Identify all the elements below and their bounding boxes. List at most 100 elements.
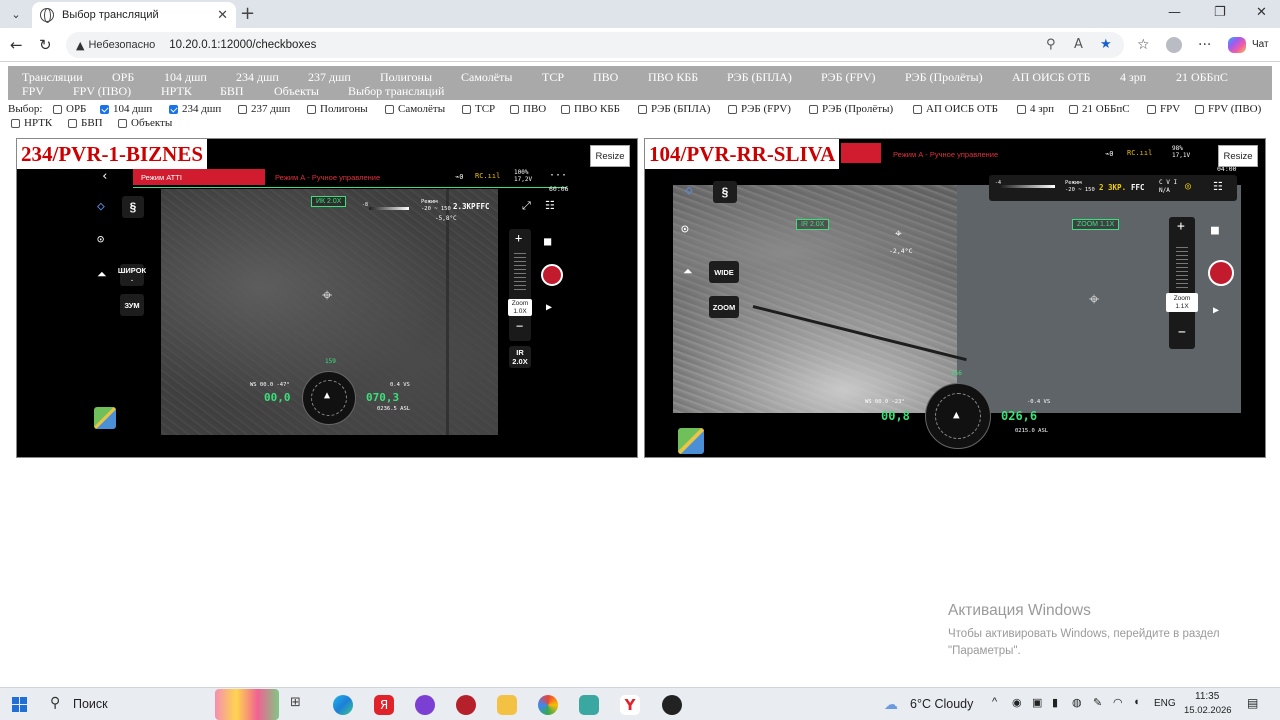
chrome-icon[interactable] (538, 695, 558, 715)
ffc-label[interactable]: FFC (476, 202, 490, 211)
checkbox[interactable] (11, 118, 20, 128)
camera-icon[interactable]: ■ (544, 234, 551, 248)
back-chevron-icon[interactable]: ‹ (101, 169, 109, 184)
zoom-slider[interactable]: + − (1169, 217, 1195, 349)
checkbox[interactable] (118, 118, 127, 128)
app-icon[interactable] (456, 695, 476, 715)
ir-zoom-button[interactable]: IR 2.0X (509, 346, 531, 368)
notifications-icon[interactable]: ▤ (1247, 696, 1258, 710)
windows-start-icon[interactable] (12, 697, 27, 712)
checkbox-item[interactable]: АП ОИСБ ОТБ (913, 103, 998, 115)
clock-time[interactable]: 11:35 (1195, 691, 1219, 702)
back-button[interactable]: ← (10, 36, 23, 54)
checkbox-item[interactable]: FPV (ПВО) (1195, 103, 1261, 115)
playback-icon[interactable]: ▶ (546, 302, 552, 313)
wide-button[interactable]: WIDE (709, 261, 739, 283)
nav-link[interactable]: FPV (ПВО) (73, 84, 131, 99)
settings-sliders-icon[interactable]: ☷ (1213, 180, 1223, 193)
checkbox[interactable] (68, 118, 77, 128)
nav-link[interactable]: Самолёты (461, 70, 512, 85)
checkbox[interactable] (510, 104, 519, 114)
nav-link[interactable]: 21 ОББпС (1176, 70, 1228, 85)
favorite-star-icon[interactable]: ★ (1100, 37, 1112, 52)
search-icon[interactable]: ⚲ (50, 695, 60, 711)
nav-link[interactable]: ПВО КББ (648, 70, 698, 85)
weather-text[interactable]: 6°C Cloudy (910, 697, 973, 711)
favorites-icon[interactable]: ☆ (1137, 37, 1150, 53)
active-tab[interactable]: Выбор трансляций ✕ (32, 2, 236, 28)
checkbox-item[interactable]: НРТК (11, 117, 52, 129)
nav-link[interactable]: АП ОИСБ ОТБ (1012, 70, 1090, 85)
zoom-out-icon[interactable]: − (516, 319, 523, 333)
record-button[interactable] (1208, 260, 1234, 286)
checkbox-item[interactable]: 21 ОББпС (1069, 103, 1130, 115)
wifi-icon[interactable]: ◠ (1113, 696, 1123, 709)
nav-link[interactable]: РЭБ (Пролёты) (905, 70, 983, 85)
tray-app-icon[interactable]: ◍ (1072, 696, 1082, 709)
cloud-icon[interactable]: ☁ (884, 696, 898, 713)
nav-link[interactable]: ТСР (542, 70, 564, 85)
more-menu-icon[interactable]: ··· (1198, 37, 1211, 53)
checkbox[interactable] (169, 104, 178, 114)
path-icon[interactable]: § (713, 181, 737, 203)
nav-link[interactable]: РЭБ (БПЛА) (727, 70, 792, 85)
checkbox[interactable] (1017, 104, 1026, 114)
new-tab-button[interactable]: + (240, 3, 255, 24)
drone-diamond-icon[interactable]: ◇ (97, 199, 105, 214)
tray-app-icon[interactable]: ◉ (1012, 696, 1022, 709)
playback-icon[interactable]: ▶ (1213, 305, 1219, 316)
checkbox-item[interactable]: Полигоны (307, 103, 368, 115)
checkbox-item[interactable]: ОРБ (53, 103, 86, 115)
reload-button[interactable]: ↻ (39, 36, 52, 54)
checkbox-item[interactable]: ПВО (510, 103, 546, 115)
edge-icon[interactable] (333, 695, 353, 715)
checkbox[interactable] (809, 104, 818, 114)
map-icon[interactable] (94, 407, 116, 429)
checkbox[interactable] (53, 104, 62, 114)
eye-icon[interactable]: ◎ (1185, 181, 1191, 192)
record-button[interactable] (541, 264, 563, 286)
nav-link[interactable]: Объекты (274, 84, 319, 99)
target-lock-icon[interactable]: ⊙ (681, 222, 689, 237)
checkbox-item[interactable]: ПВО КББ (561, 103, 620, 115)
address-bar[interactable]: ▲ Небезопасно 10.20.0.1:12000/checkboxes… (66, 32, 1124, 58)
camera-feed[interactable] (673, 185, 1241, 413)
nav-link[interactable]: Выбор трансляций (348, 84, 444, 99)
gimbal-icon[interactable]: ⏶ (683, 264, 693, 279)
profile-avatar[interactable] (1166, 37, 1182, 53)
maximize-button[interactable]: ❐ (1214, 5, 1226, 20)
checkbox-item[interactable]: 104 дшп (100, 103, 152, 115)
ffc-label[interactable]: FFC (1131, 183, 1145, 192)
messenger-icon[interactable] (415, 695, 435, 715)
task-view-icon[interactable]: ⊞ (290, 695, 310, 715)
drone-diamond-icon[interactable]: ◇ (685, 183, 693, 198)
app-icon[interactable] (579, 695, 599, 715)
language-indicator[interactable]: ENG (1154, 698, 1176, 709)
nav-link[interactable]: НРТК (161, 84, 192, 99)
target-lock-icon[interactable]: ⊙ (97, 232, 104, 246)
resize-button[interactable]: Resize (590, 145, 630, 167)
checkbox[interactable] (1195, 104, 1204, 114)
copilot-icon[interactable] (1228, 37, 1246, 53)
nav-link[interactable]: РЭБ (FPV) (821, 70, 876, 85)
checkbox-item[interactable]: РЭБ (Пролёты) (809, 103, 893, 115)
clock-date[interactable]: 15.02.2026 (1184, 705, 1232, 716)
camera-icon[interactable]: ■ (1211, 223, 1219, 238)
resize-button[interactable]: Resize (1218, 145, 1258, 167)
checkbox-item[interactable]: Объекты (118, 117, 172, 129)
nav-link[interactable]: FPV (22, 84, 44, 99)
nav-link[interactable]: Полигоны (380, 70, 432, 85)
close-window-button[interactable]: ✕ (1256, 5, 1267, 20)
nav-link[interactable]: 4 зрп (1120, 70, 1146, 85)
taskbar-search[interactable]: Поиск (73, 697, 108, 711)
checkbox[interactable] (913, 104, 922, 114)
zoom-slider[interactable]: + − (509, 229, 531, 341)
warning-icon[interactable]: ▲ (76, 39, 84, 52)
yandex-browser-icon[interactable]: Y (620, 695, 640, 715)
checkbox[interactable] (307, 104, 316, 114)
nav-link[interactable]: ОРБ (112, 70, 134, 85)
checkbox[interactable] (1069, 104, 1078, 114)
read-aloud-icon[interactable]: A (1074, 37, 1083, 52)
microphone-icon[interactable]: ▮ (1052, 696, 1058, 709)
checkbox[interactable] (1147, 104, 1156, 114)
